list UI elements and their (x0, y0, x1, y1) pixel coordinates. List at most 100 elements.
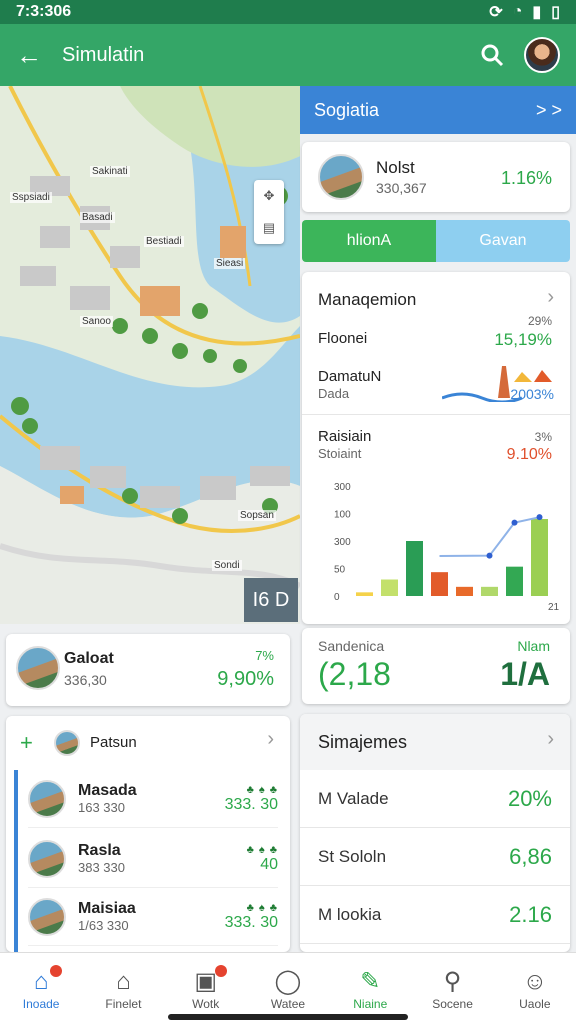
management-card: Manaqemion › Floonei 29% 15,19% DamatuN … (302, 272, 570, 624)
chart-bar (531, 519, 548, 596)
nav-item-profile[interactable]: ☺ Uaole (500, 967, 570, 1011)
nav-item-edit[interactable]: ✎ Niaine (335, 967, 405, 1011)
map-label: Sieasi (214, 258, 246, 269)
search-icon[interactable] (472, 35, 512, 75)
status-bar: 7:3:306 ⟳ ◔ ▮ ▯ (0, 0, 576, 24)
back-arrow-icon[interactable]: ← (16, 40, 56, 71)
row-value: 2.16 (509, 901, 552, 927)
y-tick-label: 300 (334, 482, 351, 493)
thumbnail-image (28, 897, 66, 936)
list-item[interactable]: Rasla 383 330 ♣ ♠ ♣ 40 (28, 830, 278, 888)
tab-active[interactable]: hlionA (302, 220, 436, 262)
section-header[interactable]: Sogiatia > > (300, 86, 576, 134)
item-name: Rasla (78, 842, 121, 859)
thumbnail-image (28, 779, 66, 818)
galoat-sub: 336,30 (64, 672, 107, 688)
chevron-right-icon[interactable]: › (267, 728, 274, 751)
tab-bar: hlionA Gavan (302, 220, 570, 262)
galoat-card[interactable]: Galoat 336,30 7% 9,90% (6, 634, 290, 706)
y-tick-label: 100 (334, 510, 351, 521)
add-icon[interactable]: + (20, 730, 33, 756)
briefcase-icon: ▣ (194, 967, 218, 995)
layers-icon[interactable]: ▤ (263, 220, 275, 236)
card-name: Nolst (376, 158, 415, 177)
page-title: Simulatin (62, 43, 145, 66)
status-time: 7:3:306 (16, 3, 72, 20)
row-label: DamatuN (318, 368, 382, 385)
row-label: M Valade (318, 788, 389, 808)
section-title: Sogiatia (314, 99, 380, 120)
item-value: 333. 30 (224, 913, 278, 931)
row-label: M lookia (318, 904, 382, 924)
bar-chart: 0 50 300 100 300 21 (334, 482, 560, 613)
sync-icon: ⟳ (489, 4, 503, 21)
list-item[interactable]: Masada 163 330 ♣ ♠ ♣ 333. 30 (28, 770, 278, 828)
chart-bar (506, 566, 523, 596)
simajemes-title: Simajemes (318, 732, 408, 752)
summary-card[interactable]: Nolst 330,367 1.16% (302, 142, 570, 212)
app-bar: ← Simulatin (0, 24, 576, 86)
galoat-pct: 7% (255, 648, 274, 663)
map-label: Sakinati (90, 166, 130, 177)
map-label: Sopsan (238, 510, 276, 521)
nav-item-chat[interactable]: ◯ Watee (253, 967, 323, 1011)
chevron-right-icon[interactable]: > > (536, 100, 562, 121)
chevron-right-icon[interactable]: › (547, 286, 554, 309)
chart-point (486, 552, 493, 559)
sandenica-label: Sandenica (318, 638, 385, 654)
compass-icon[interactable]: ✥ (264, 188, 275, 204)
simajemes-row[interactable]: M Valade 20% (300, 770, 570, 828)
map-label: Sanoo (80, 316, 113, 327)
thumbnail-image (318, 154, 364, 200)
chart-bar (381, 579, 398, 596)
galoat-value: 9,90% (217, 668, 274, 690)
chart-line (439, 516, 540, 557)
wifi-icon: ◔ (512, 3, 523, 20)
home-indicator (168, 1014, 408, 1020)
nav-item-shop[interactable]: ⌂ Finelet (88, 967, 158, 1011)
row-value: 6,86 (509, 843, 552, 869)
battery-icon: ▯ (551, 4, 560, 21)
map-view[interactable]: Sspsiadi Sakinati Basadi Bestiadi Sieasi… (0, 86, 300, 624)
sparkline-icon: ♣ ♠ ♣ (246, 843, 278, 856)
raisiam-sub: Stoiaint (318, 446, 362, 461)
galoat-name: Galoat (64, 650, 114, 667)
row-value: 20% (507, 785, 552, 811)
item-value: 333. 30 (224, 795, 278, 813)
sparkline-icon: ♣ ♠ ♣ (246, 901, 278, 914)
sparkline-icon: ♣ ♠ ♣ (246, 783, 278, 796)
simajemes-row[interactable]: M lookia 2.16 (300, 886, 570, 944)
thumbnail-image (16, 646, 60, 690)
list-item[interactable]: Maisiaa 1/63 330 ♣ ♠ ♣ 333. 30 (28, 888, 278, 946)
signal-icon: ▮ (532, 4, 542, 21)
chart-bar (406, 541, 423, 596)
item-sub: 1/63 330 (78, 918, 129, 933)
profile-icon: ☺ (522, 967, 548, 995)
map-tools[interactable]: ✥ ▤ (254, 180, 284, 244)
avatar[interactable] (524, 37, 560, 73)
nav-item-work[interactable]: ▣ Wotk (171, 964, 241, 1011)
map-toggle-button[interactable]: I6 D (244, 578, 298, 622)
notification-badge (214, 964, 227, 977)
card-value: 1.16% (500, 168, 552, 188)
chevron-right-icon[interactable]: › (547, 728, 554, 751)
item-name: Maisiaa (78, 900, 136, 917)
nav-item-search[interactable]: ⚲ Socene (418, 967, 488, 1011)
map-label: Basadi (80, 212, 115, 223)
raisiam-label: Raisiain (318, 428, 372, 445)
map-label: Sspsiadi (10, 192, 52, 203)
x-tick-label: 21 (548, 602, 560, 613)
home-icon: ⌂ (33, 967, 49, 995)
map-label: Sondi (212, 560, 242, 571)
y-tick-label: 0 (334, 592, 340, 603)
chart-bar (456, 586, 473, 596)
raisiam-value: 9.10% (506, 446, 552, 463)
tab-inactive[interactable]: Gavan (436, 220, 570, 262)
item-value: 40 (260, 855, 278, 873)
nav-item-home[interactable]: ⌂ Inoade (6, 964, 76, 1011)
thumbnail-image (54, 730, 80, 756)
simajemes-row[interactable]: St Sololn 6,86 (300, 828, 570, 886)
row-label: Floonei (318, 330, 368, 347)
sandenica-right-value: 1/A (500, 656, 550, 692)
notification-badge (50, 964, 63, 977)
